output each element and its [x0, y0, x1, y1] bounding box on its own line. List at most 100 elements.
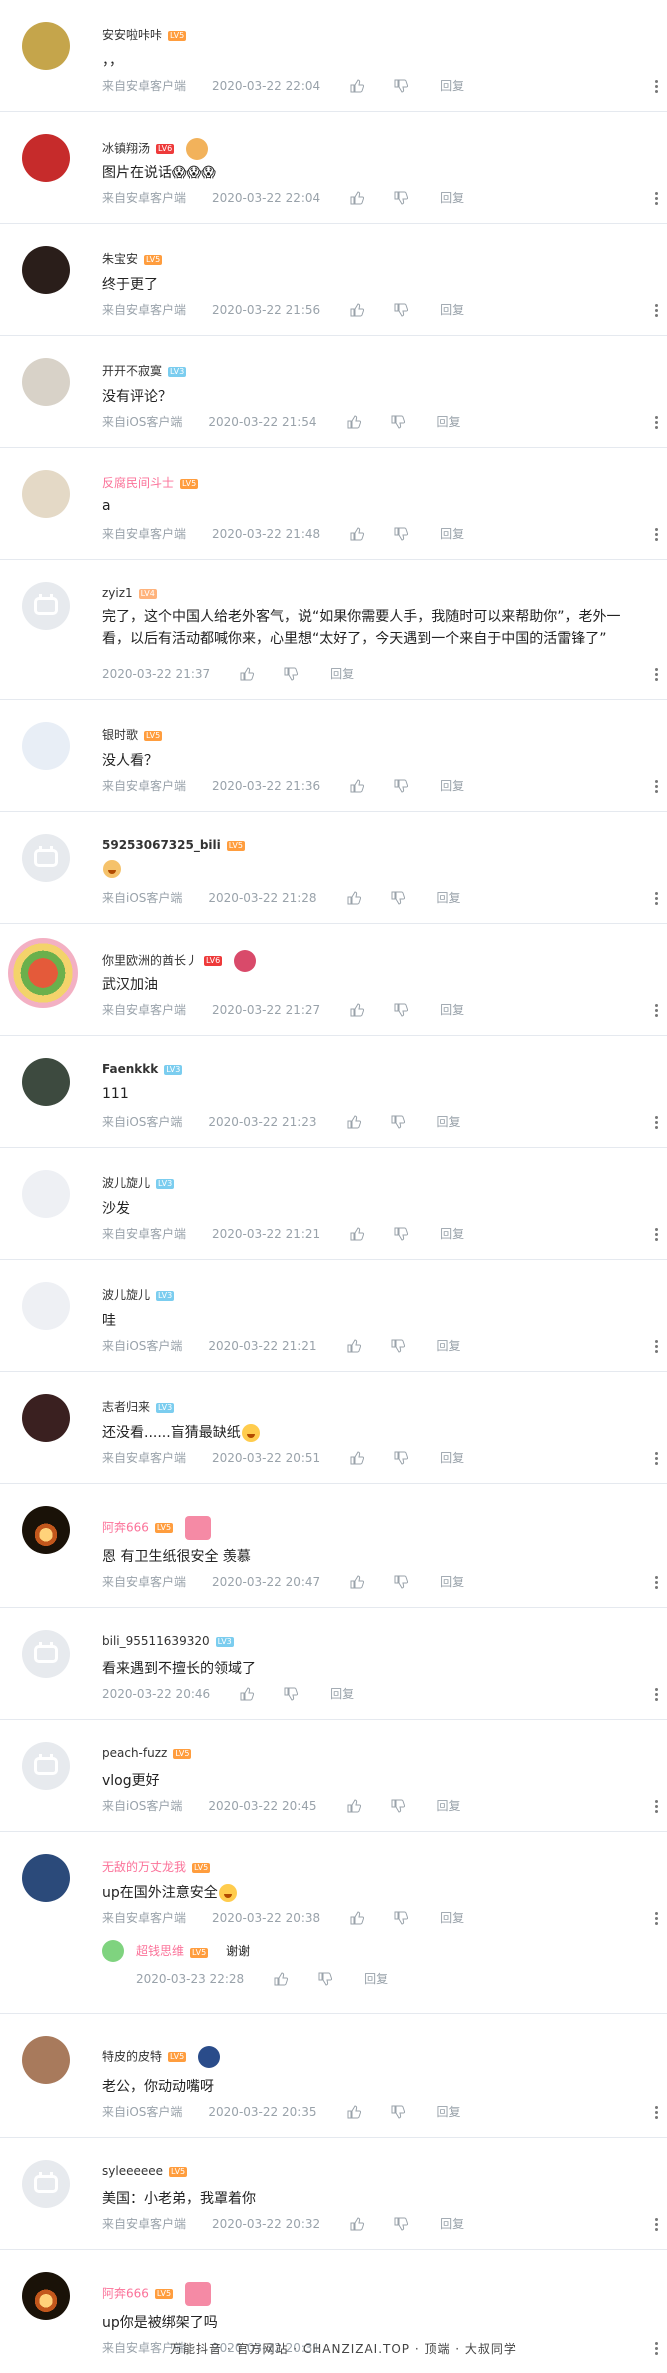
reply-button[interactable]: 回复: [440, 301, 464, 318]
more-icon[interactable]: [655, 666, 659, 683]
username-text[interactable]: Faenkkk: [102, 1062, 158, 1076]
username-text[interactable]: 开开不寂寞: [102, 364, 162, 378]
like-icon[interactable]: [240, 666, 255, 681]
username-text[interactable]: 你里欧洲的酋长丿: [102, 954, 198, 968]
dislike-icon[interactable]: [391, 2105, 405, 2119]
reply-button[interactable]: 回复: [437, 1337, 461, 1354]
reply-button[interactable]: 回复: [440, 525, 464, 542]
dislike-icon[interactable]: [394, 2217, 409, 2231]
username-text[interactable]: 银时歌: [102, 728, 138, 742]
like-icon[interactable]: [240, 1686, 255, 1701]
dislike-icon[interactable]: [318, 1972, 333, 1986]
reply-button[interactable]: 回复: [437, 413, 461, 430]
reply-button[interactable]: 回复: [437, 1797, 461, 1814]
more-icon[interactable]: [655, 2340, 659, 2357]
username-text[interactable]: 朱宝安: [102, 252, 138, 266]
username-text[interactable]: peach-fuzz: [102, 1746, 167, 1760]
reply-button[interactable]: 回复: [330, 665, 354, 682]
avatar[interactable]: [22, 1282, 70, 1330]
username[interactable]: 无敌的万丈龙我 LV5: [102, 1858, 211, 1875]
username[interactable]: 阿奔666 LV5: [102, 2282, 212, 2306]
dislike-icon[interactable]: [394, 1575, 409, 1589]
username[interactable]: 志者归来 LV3: [102, 1398, 175, 1415]
like-icon[interactable]: [350, 1226, 365, 1241]
dislike-icon[interactable]: [391, 415, 405, 429]
like-icon[interactable]: [350, 1450, 365, 1465]
username-text[interactable]: 志者归来: [102, 1400, 150, 1414]
avatar[interactable]: [22, 358, 70, 406]
dislike-icon[interactable]: [394, 191, 409, 205]
avatar[interactable]: [22, 22, 70, 70]
like-icon[interactable]: [350, 1574, 365, 1589]
like-icon[interactable]: [350, 302, 365, 317]
dislike-icon[interactable]: [394, 1451, 409, 1465]
avatar[interactable]: [22, 1506, 70, 1554]
dislike-icon[interactable]: [391, 1799, 405, 1813]
dislike-icon[interactable]: [394, 1227, 409, 1241]
more-icon[interactable]: [655, 526, 659, 543]
sub-avatar[interactable]: [102, 1940, 124, 1962]
avatar[interactable]: [22, 2160, 70, 2208]
dislike-icon[interactable]: [394, 779, 409, 793]
more-icon[interactable]: [655, 190, 659, 207]
username[interactable]: bili_95511639320 LV3: [102, 1634, 234, 1648]
reply-button[interactable]: 回复: [437, 1113, 461, 1130]
username[interactable]: 银时歌 LV5: [102, 726, 163, 743]
dislike-icon[interactable]: [284, 667, 299, 681]
username[interactable]: 反腐民间斗士 LV5: [102, 474, 199, 491]
more-icon[interactable]: [655, 1450, 659, 1467]
username-text[interactable]: 波儿旋儿: [102, 1176, 150, 1190]
like-icon[interactable]: [350, 190, 365, 205]
reply-button[interactable]: 回复: [440, 77, 464, 94]
reply-button[interactable]: 回复: [440, 1225, 464, 1242]
avatar[interactable]: [22, 1742, 70, 1790]
reply-button[interactable]: 回复: [440, 189, 464, 206]
dislike-icon[interactable]: [394, 1003, 409, 1017]
more-icon[interactable]: [655, 2216, 659, 2233]
like-icon[interactable]: [350, 2216, 365, 2231]
avatar[interactable]: [22, 834, 70, 882]
more-icon[interactable]: [655, 2104, 659, 2121]
username[interactable]: 波儿旋儿 LV3: [102, 1286, 175, 1303]
like-icon[interactable]: [274, 1971, 289, 1986]
like-icon[interactable]: [347, 1338, 361, 1353]
dislike-icon[interactable]: [391, 1115, 405, 1129]
username[interactable]: 冰镇翔汤 LV6: [102, 138, 209, 160]
avatar[interactable]: [22, 1854, 70, 1902]
dislike-icon[interactable]: [391, 1339, 405, 1353]
like-icon[interactable]: [347, 2104, 361, 2119]
like-icon[interactable]: [350, 1910, 365, 1925]
username-text[interactable]: 冰镇翔汤: [102, 142, 150, 156]
like-icon[interactable]: [350, 778, 365, 793]
more-icon[interactable]: [655, 1114, 659, 1131]
reply-button[interactable]: 回复: [440, 1449, 464, 1466]
like-icon[interactable]: [347, 1114, 361, 1129]
username[interactable]: zyiz1 LV4: [102, 586, 157, 600]
username[interactable]: 安安啦咔咔 LV5: [102, 26, 187, 43]
avatar[interactable]: [22, 582, 70, 630]
username[interactable]: 阿奔666 LV5: [102, 1516, 212, 1540]
reply-button[interactable]: 回复: [440, 777, 464, 794]
username[interactable]: syleeeeee LV5: [102, 2164, 188, 2178]
username-text[interactable]: 阿奔666: [102, 2287, 149, 2301]
like-icon[interactable]: [350, 1002, 365, 1017]
dislike-icon[interactable]: [284, 1687, 299, 1701]
dislike-icon[interactable]: [394, 527, 409, 541]
more-icon[interactable]: [655, 1798, 659, 1815]
avatar[interactable]: [22, 722, 70, 770]
username[interactable]: peach-fuzz LV5: [102, 1746, 192, 1760]
username-text[interactable]: syleeeeee: [102, 2164, 163, 2178]
like-icon[interactable]: [347, 1798, 361, 1813]
avatar[interactable]: [22, 1630, 70, 1678]
more-icon[interactable]: [655, 1226, 659, 1243]
like-icon[interactable]: [347, 414, 361, 429]
username-text[interactable]: 无敌的万丈龙我: [102, 1860, 186, 1874]
username[interactable]: 朱宝安 LV5: [102, 250, 163, 267]
username-text[interactable]: zyiz1: [102, 586, 133, 600]
username[interactable]: 59253067325_bili LV5: [102, 838, 245, 852]
avatar[interactable]: [22, 1170, 70, 1218]
avatar[interactable]: [22, 1058, 70, 1106]
more-icon[interactable]: [655, 1574, 659, 1591]
username-text[interactable]: 特皮的皮特: [102, 2050, 162, 2064]
like-icon[interactable]: [350, 78, 365, 93]
